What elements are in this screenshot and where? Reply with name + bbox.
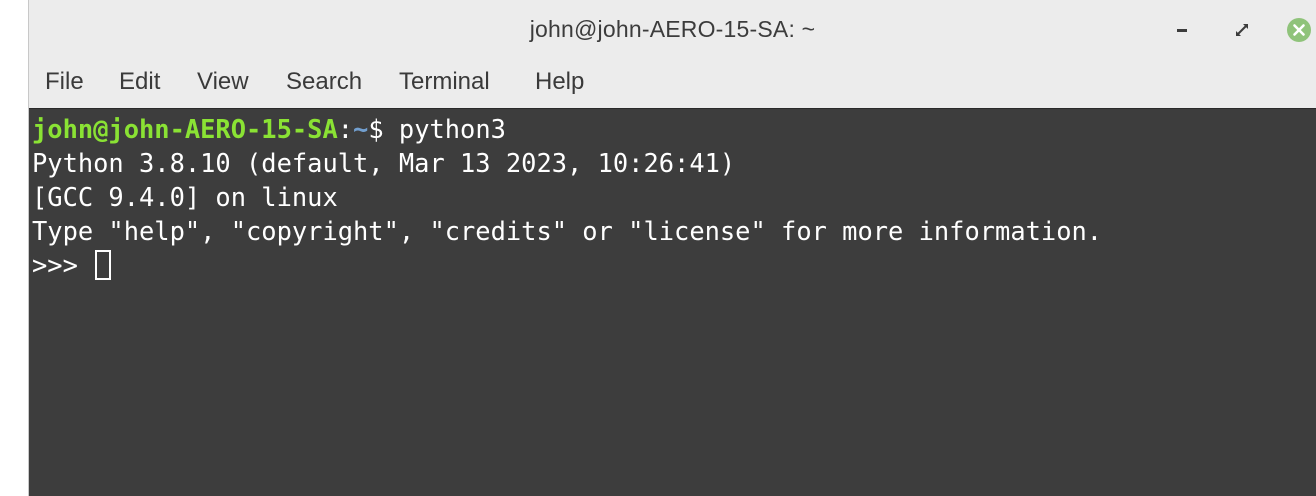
close-button[interactable] <box>1286 17 1312 43</box>
menu-help[interactable]: Help <box>535 68 584 96</box>
menu-edit[interactable]: Edit <box>119 68 160 96</box>
command-text: python3 <box>398 114 506 144</box>
prompt-user-host: john@john-AERO-15-SA <box>32 114 338 144</box>
desktop-background <box>0 0 28 496</box>
menu-bar: File Edit View Search Terminal Help <box>29 62 1316 108</box>
title-bar[interactable]: john@john-AERO-15-SA: ~ <box>29 0 1316 62</box>
terminal-area[interactable]: john@john-AERO-15-SA:~$ python3 Python 3… <box>29 108 1316 496</box>
maximize-icon <box>1236 24 1248 36</box>
terminal-window: john@john-AERO-15-SA: ~ File Edit View S… <box>28 0 1316 496</box>
menu-view[interactable]: View <box>197 68 249 96</box>
prompt-path: ~ <box>353 114 369 144</box>
shell-prompt-line: john@john-AERO-15-SA:~$ python3 <box>32 112 506 146</box>
text-cursor <box>95 250 112 280</box>
prompt-symbol: $ <box>368 114 399 144</box>
close-icon <box>1287 18 1311 42</box>
menu-search[interactable]: Search <box>286 68 362 96</box>
window-title: john@john-AERO-15-SA: ~ <box>529 16 816 42</box>
prompt-colon: : <box>337 114 354 144</box>
repl-prompt-line: >>> <box>32 248 112 282</box>
maximize-button[interactable] <box>1229 17 1255 43</box>
menu-file[interactable]: File <box>45 68 84 96</box>
menu-terminal[interactable]: Terminal <box>399 68 490 96</box>
output-line: Type "help", "copyright", "credits" or "… <box>32 216 1103 246</box>
repl-prompt: >>> <box>32 250 94 280</box>
output-line: Python 3.8.10 (default, Mar 13 2023, 10:… <box>32 148 736 178</box>
output-line: [GCC 9.4.0] on linux <box>32 182 338 212</box>
minimize-icon <box>1177 29 1187 32</box>
minimize-button[interactable] <box>1169 17 1195 43</box>
